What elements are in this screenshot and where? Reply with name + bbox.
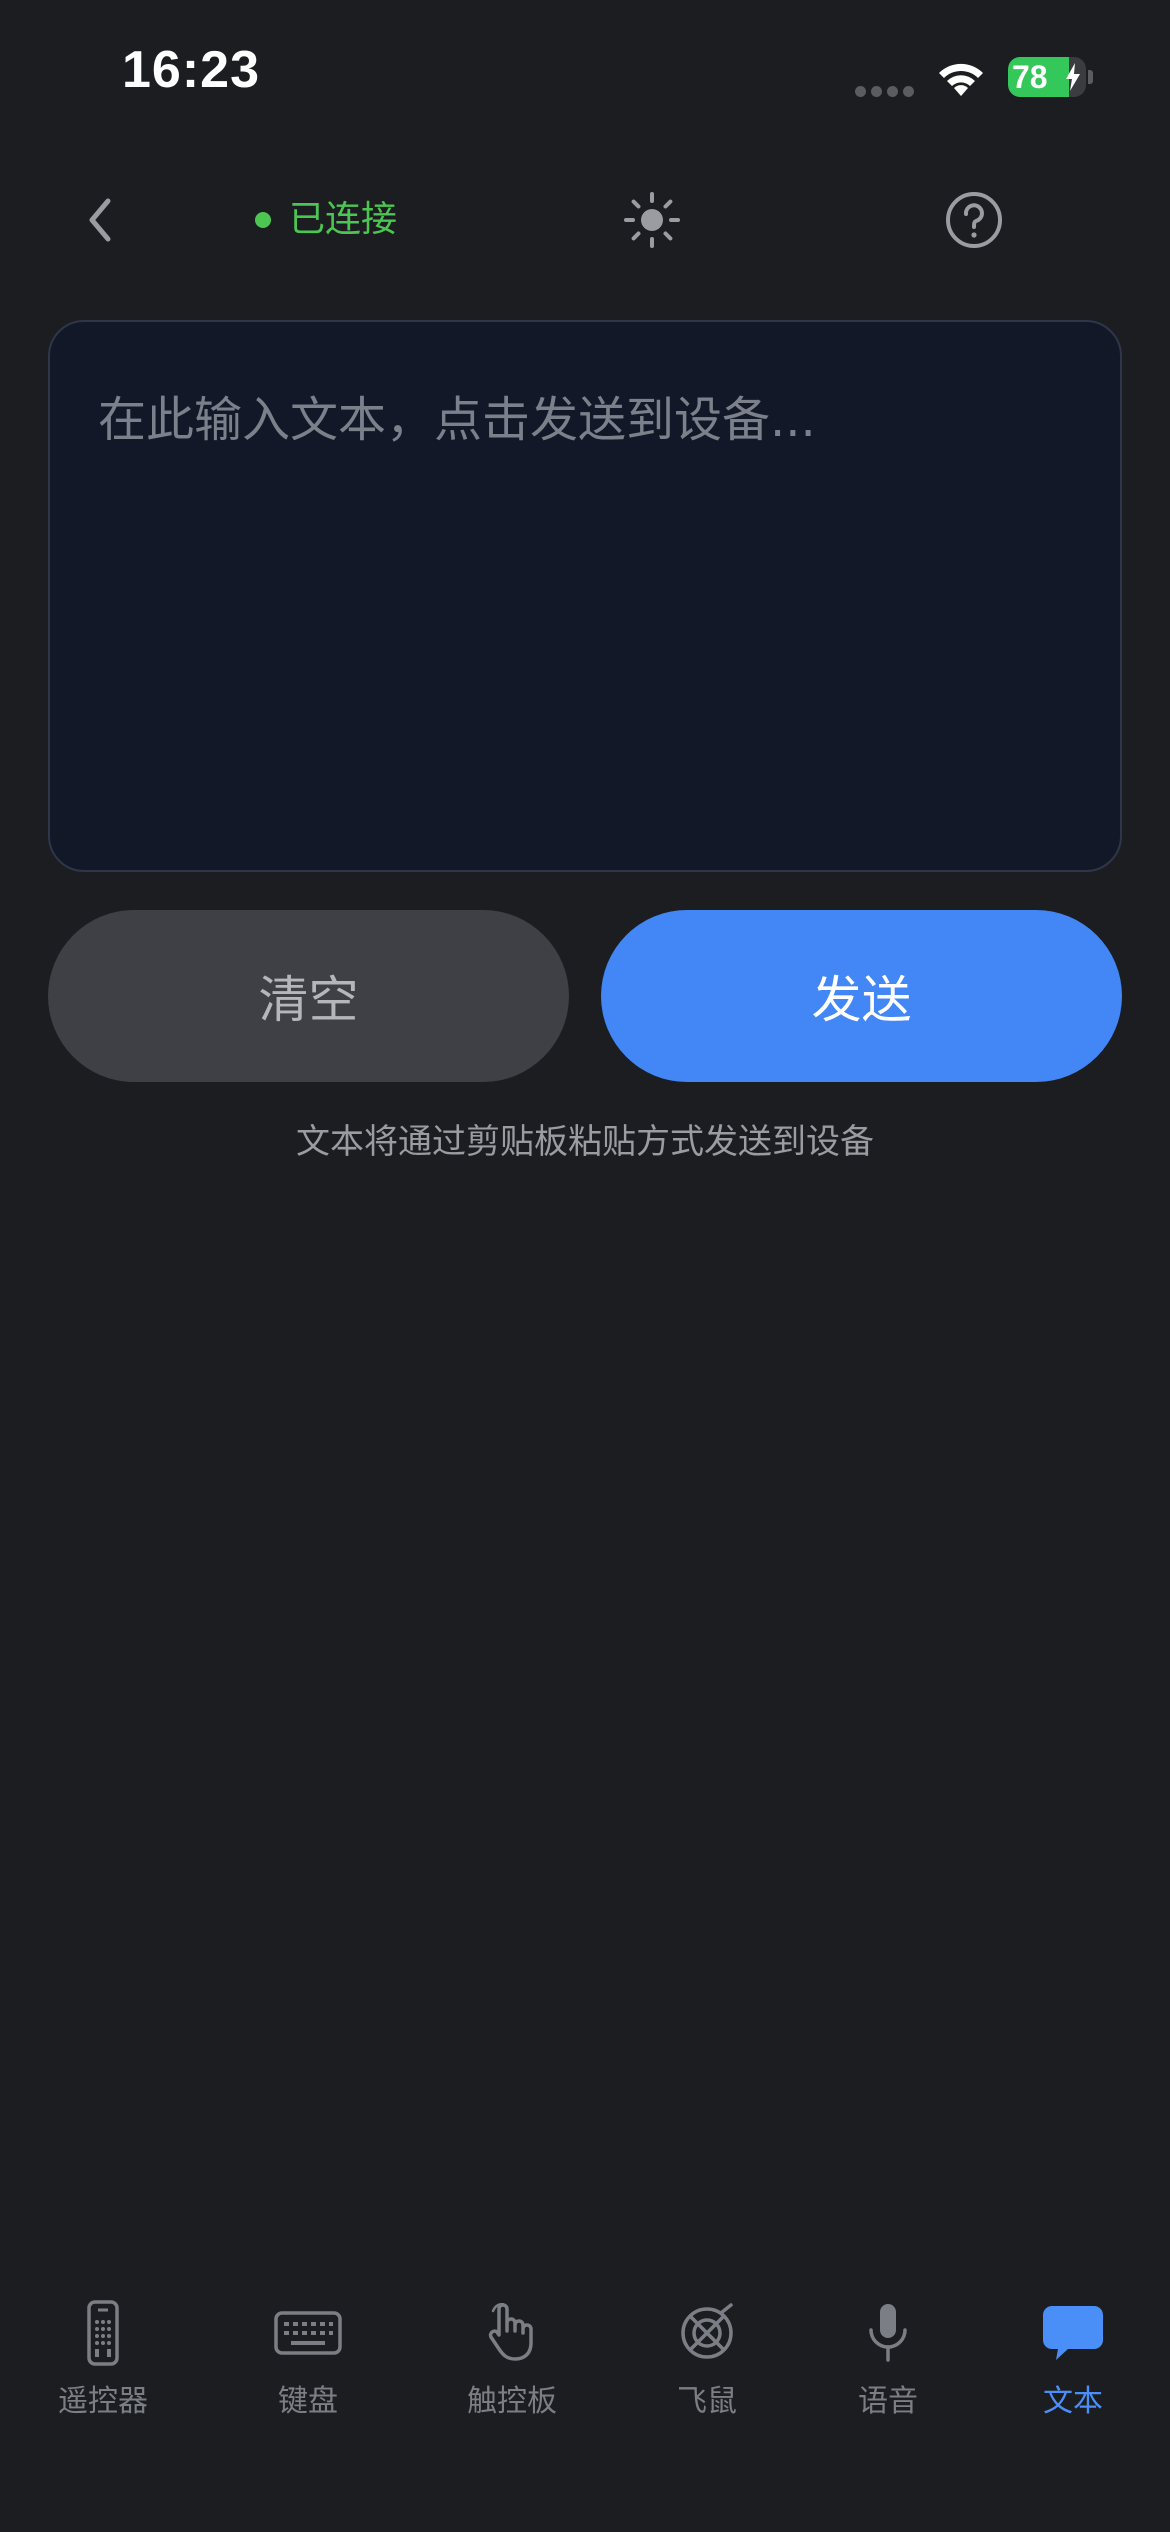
chevron-left-icon xyxy=(89,198,111,242)
text-input[interactable] xyxy=(48,320,1122,872)
status-time: 16:23 xyxy=(122,41,260,99)
tab-label: 语音 xyxy=(858,2384,918,2419)
hand-pointer-icon xyxy=(488,2303,533,2361)
top-nav: 已连接 xyxy=(0,160,1170,280)
microphone-icon xyxy=(869,2304,907,2362)
remote-icon xyxy=(87,2300,119,2366)
tab-keyboard[interactable]: 键盘 xyxy=(218,2300,398,2440)
question-circle-icon xyxy=(946,192,1002,248)
wifi-icon xyxy=(939,63,983,96)
battery-level: 78 xyxy=(1012,59,1048,95)
tab-label: 触控板 xyxy=(467,2384,557,2419)
tab-label: 文本 xyxy=(1043,2384,1103,2419)
tab-label: 遥控器 xyxy=(58,2384,148,2419)
tab-text[interactable]: 文本 xyxy=(983,2300,1163,2440)
chat-bubble-icon xyxy=(1043,2306,1103,2360)
theme-toggle-button[interactable] xyxy=(622,190,682,250)
connection-dot xyxy=(255,212,271,228)
charging-bolt-icon xyxy=(1066,63,1080,91)
tab-touchpad[interactable]: 触控板 xyxy=(422,2300,602,2440)
connection-label: 已连接 xyxy=(289,199,398,240)
send-button[interactable]: 发送 xyxy=(601,910,1122,1082)
cellular-signal-icon xyxy=(855,86,914,97)
tab-label: 键盘 xyxy=(278,2384,338,2419)
clear-button[interactable]: 清空 xyxy=(48,910,569,1082)
hint-text: 文本将通过剪贴板粘贴方式发送到设备 xyxy=(296,1122,874,1162)
sun-icon xyxy=(624,192,680,248)
tab-label: 飞鼠 xyxy=(677,2384,737,2419)
back-button[interactable] xyxy=(70,190,130,250)
help-button[interactable] xyxy=(944,190,1004,250)
tab-remote[interactable]: 遥控器 xyxy=(13,2300,193,2440)
air-mouse-icon xyxy=(681,2303,733,2359)
connection-status: 已连接 xyxy=(255,194,397,246)
tab-air-mouse[interactable]: 飞鼠 xyxy=(617,2300,797,2440)
tab-bar: 遥控器 键盘 触控板 飞鼠 语音 文本 xyxy=(0,2300,1170,2450)
battery-nub xyxy=(1088,70,1093,84)
status-bar: 16:23 78 xyxy=(0,0,1170,150)
keyboard-icon xyxy=(274,2311,342,2355)
battery-icon: 78 xyxy=(1008,57,1086,97)
tab-voice[interactable]: 语音 xyxy=(798,2300,978,2440)
